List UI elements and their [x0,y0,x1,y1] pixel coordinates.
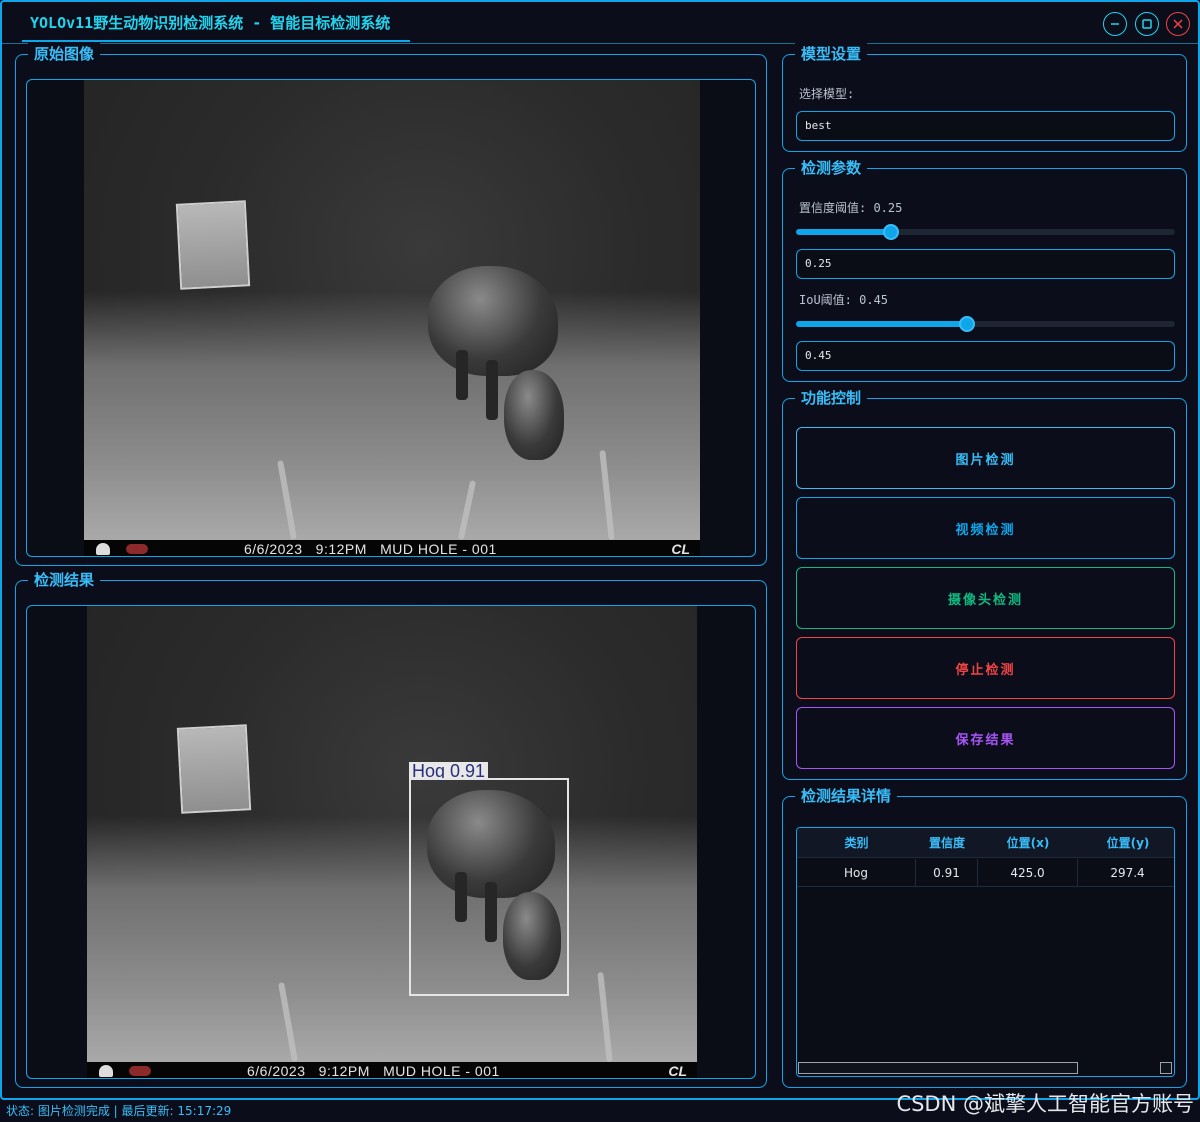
table-cell: Hog [797,859,916,886]
hog-head [504,370,564,460]
original-image-title: 原始图像 [28,43,101,65]
confidence-input[interactable]: 0.25 [796,249,1175,279]
maximize-button[interactable] [1135,12,1159,36]
detection-bounding-box [409,778,569,996]
camera-info-bar: 6/6/2023 9:12PM MUD HOLE - 001 CL [87,1062,697,1079]
table-cell: 425.0 [978,859,1078,886]
feeder-object [176,724,252,814]
iou-slider[interactable] [796,316,1175,332]
app-window: YOLOv11野生动物识别检测系统 - 智能目标检测系统 原始图像 6/6/20… [0,0,1200,1100]
result-image: Hog 0.91 6/6/2023 9:12PM MUD HOLE - 001 … [87,606,697,1079]
camera-timestamp: 6/6/2023 9:12PM MUD HOLE - 001 [244,541,497,557]
model-select[interactable]: best [796,111,1175,141]
confidence-slider[interactable] [796,224,1175,240]
model-settings-title: 模型设置 [795,43,868,65]
minimize-button[interactable] [1103,12,1127,36]
function-controls-title: 功能控制 [795,387,868,409]
confidence-slider-handle[interactable] [883,224,899,240]
window-title: YOLOv11野生动物识别检测系统 - 智能目标检测系统 [22,4,410,42]
detection-result-panel: 检测结果 Hog 0.91 6/6/2023 9:12PM MUD HOLE -… [15,569,767,1088]
results-table: 类别 置信度 位置(x) 位置(y) Hog 0.91 425.0 297.4 [796,827,1175,1077]
moon-icon [96,543,110,555]
close-icon [1173,19,1183,29]
iou-slider-handle[interactable] [959,316,975,332]
iou-slider-fill [796,321,967,327]
moon-icon [99,1065,113,1077]
camera-timestamp: 6/6/2023 9:12PM MUD HOLE - 001 [247,1063,500,1079]
horizontal-scrollbar[interactable] [798,1062,1078,1074]
column-header[interactable]: 位置(y) [1078,828,1174,857]
table-row[interactable]: Hog 0.91 425.0 297.4 [797,859,1174,887]
camera-brand: CL [668,1063,687,1079]
detection-result-frame: Hog 0.91 6/6/2023 9:12PM MUD HOLE - 001 … [26,605,756,1079]
feeder-object [175,200,251,290]
detection-result-title: 检测结果 [28,569,101,591]
video-detect-button[interactable]: 视频检测 [796,497,1175,559]
battery-icon [129,1066,151,1076]
title-bar: YOLOv11野生动物识别检测系统 - 智能目标检测系统 [2,2,1198,44]
table-header: 类别 置信度 位置(x) 位置(y) [797,828,1174,858]
column-header[interactable]: 置信度 [916,828,978,857]
hog-leg [486,360,498,420]
confidence-slider-fill [796,229,891,235]
watermark: CSDN @斌擎人工智能官方账号 [896,1092,1194,1116]
column-header[interactable]: 类别 [797,828,916,857]
hog-leg [456,350,468,400]
detection-params-panel: 检测参数 置信度阈值: 0.25 0.25 IoU阈值: 0.45 0.45 [782,157,1187,382]
close-button[interactable] [1166,12,1190,36]
scrollbar-corner[interactable] [1160,1062,1172,1074]
detection-params-title: 检测参数 [795,157,868,179]
results-detail-panel: 检测结果详情 类别 置信度 位置(x) 位置(y) Hog 0.91 425.0… [782,785,1187,1088]
table-cell: 297.4 [1078,859,1174,886]
original-image-frame: 6/6/2023 9:12PM MUD HOLE - 001 CL [26,79,756,557]
camera-info-bar: 6/6/2023 9:12PM MUD HOLE - 001 CL [84,540,700,557]
model-settings-panel: 模型设置 选择模型: best [782,43,1187,152]
image-detect-button[interactable]: 图片检测 [796,427,1175,489]
camera-detect-button[interactable]: 摄像头检测 [796,567,1175,629]
stop-detect-button[interactable]: 停止检测 [796,637,1175,699]
battery-icon [126,544,148,554]
results-detail-title: 检测结果详情 [795,785,898,807]
iou-input[interactable]: 0.45 [796,341,1175,371]
select-model-label: 选择模型: [799,87,855,101]
save-results-button[interactable]: 保存结果 [796,707,1175,769]
maximize-icon [1142,19,1152,29]
original-image-panel: 原始图像 6/6/2023 9:12PM MUD HOLE - 001 CL [15,43,767,566]
confidence-label: 置信度阈值: 0.25 [799,201,903,215]
iou-label: IoU阈值: 0.45 [799,293,889,307]
table-cell: 0.91 [916,859,978,886]
camera-brand: CL [671,541,690,557]
original-image: 6/6/2023 9:12PM MUD HOLE - 001 CL [84,80,700,557]
minimize-icon [1111,23,1119,25]
column-header[interactable]: 位置(x) [978,828,1078,857]
